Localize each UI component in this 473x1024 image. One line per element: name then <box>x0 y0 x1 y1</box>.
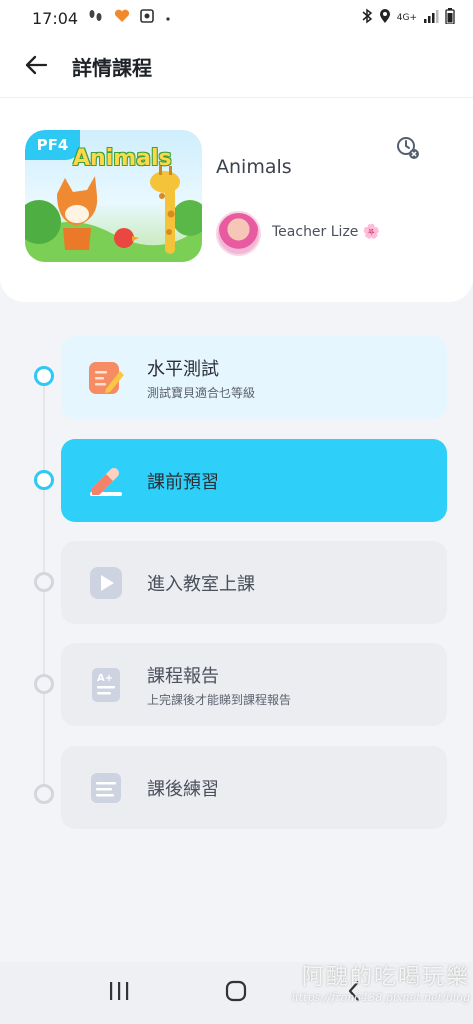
step-title: 進入教室上課 <box>147 573 255 595</box>
step-course-report[interactable]: A+ 課程報告 上完課後才能睇到課程報告 <box>61 643 447 726</box>
practice-sheet-icon <box>87 769 125 807</box>
course-name: Animals <box>216 156 292 178</box>
eraser-pencil-icon <box>87 462 125 500</box>
timeline-dot-report <box>34 674 54 694</box>
play-icon <box>87 564 125 602</box>
report-a-plus-icon: A+ <box>87 666 125 704</box>
back-button[interactable] <box>22 53 50 81</box>
pencil-note-icon <box>87 359 125 397</box>
history-button[interactable] <box>394 134 422 162</box>
course-card: PF4 Animals Animals Teacher Lize 🌸 <box>0 98 473 302</box>
watermark: 阿醜的吃喝玩樂 https://fron6438.pixnet.net/blog <box>248 965 470 1005</box>
step-title: 課前預習 <box>147 471 219 493</box>
step-title: 水平測試 <box>147 358 219 380</box>
course-level-badge: PF4 <box>25 130 80 160</box>
teacher-avatar <box>216 211 261 256</box>
status-bar: 17:04 4G+ <box>0 0 473 36</box>
step-title: 課後練習 <box>147 778 219 800</box>
teacher-name: Teacher Lize 🌸 <box>272 224 381 240</box>
dot-icon <box>164 9 172 27</box>
course-cover-image: PF4 Animals <box>25 130 202 262</box>
step-placement-test[interactable]: 水平測試 測試寶貝適合乜等級 <box>61 336 447 419</box>
step-after-class-practice[interactable]: 課後練習 <box>61 746 447 829</box>
battery-icon <box>445 8 455 28</box>
timeline-dot-preview <box>34 470 54 490</box>
watermark-url: https://fron6438.pixnet.net/blog <box>291 991 470 1005</box>
svg-text:A+: A+ <box>97 673 113 684</box>
heart-app-icon <box>114 9 130 27</box>
status-time: 17:04 <box>32 8 79 28</box>
step-enter-classroom[interactable]: 進入教室上課 <box>61 541 447 624</box>
recent-apps-icon <box>107 980 131 1006</box>
page-title: 詳情課程 <box>72 56 152 80</box>
arrow-left-icon <box>24 54 48 80</box>
timeline-dot-placement-test <box>34 366 54 386</box>
timeline-dot-classroom <box>34 572 54 592</box>
step-subtitle: 測試寶貝適合乜等級 <box>147 385 256 400</box>
step-preview[interactable]: 課前預習 <box>61 439 447 522</box>
recent-apps-button[interactable] <box>101 975 137 1011</box>
step-title: 課程報告 <box>147 665 219 687</box>
signal-icon <box>423 9 439 27</box>
camera-app-icon <box>140 9 154 27</box>
footprints-icon <box>88 9 104 27</box>
watermark-title: 阿醜的吃喝玩樂 <box>301 965 470 990</box>
home-icon <box>224 979 248 1007</box>
location-icon <box>379 8 391 28</box>
step-subtitle: 上完課後才能睇到課程報告 <box>147 692 292 707</box>
cover-title: Animals <box>73 146 172 171</box>
bluetooth-icon <box>361 8 373 28</box>
clock-cancel-icon <box>394 137 422 166</box>
timeline-dot-practice <box>34 784 54 804</box>
app-header: 詳情課程 <box>0 36 473 98</box>
network-type: 4G+ <box>396 12 417 23</box>
